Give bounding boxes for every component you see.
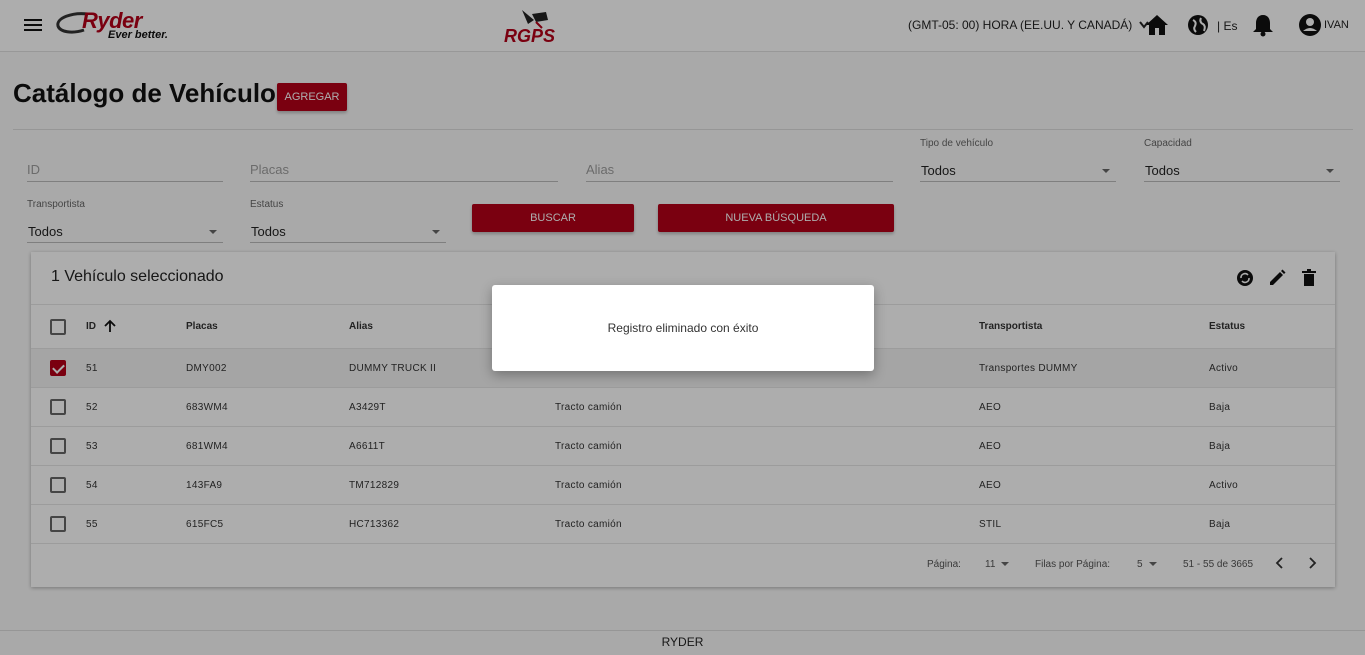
success-dialog: Registro eliminado con éxito (492, 285, 874, 371)
dialog-message: Registro eliminado con éxito (607, 321, 759, 335)
